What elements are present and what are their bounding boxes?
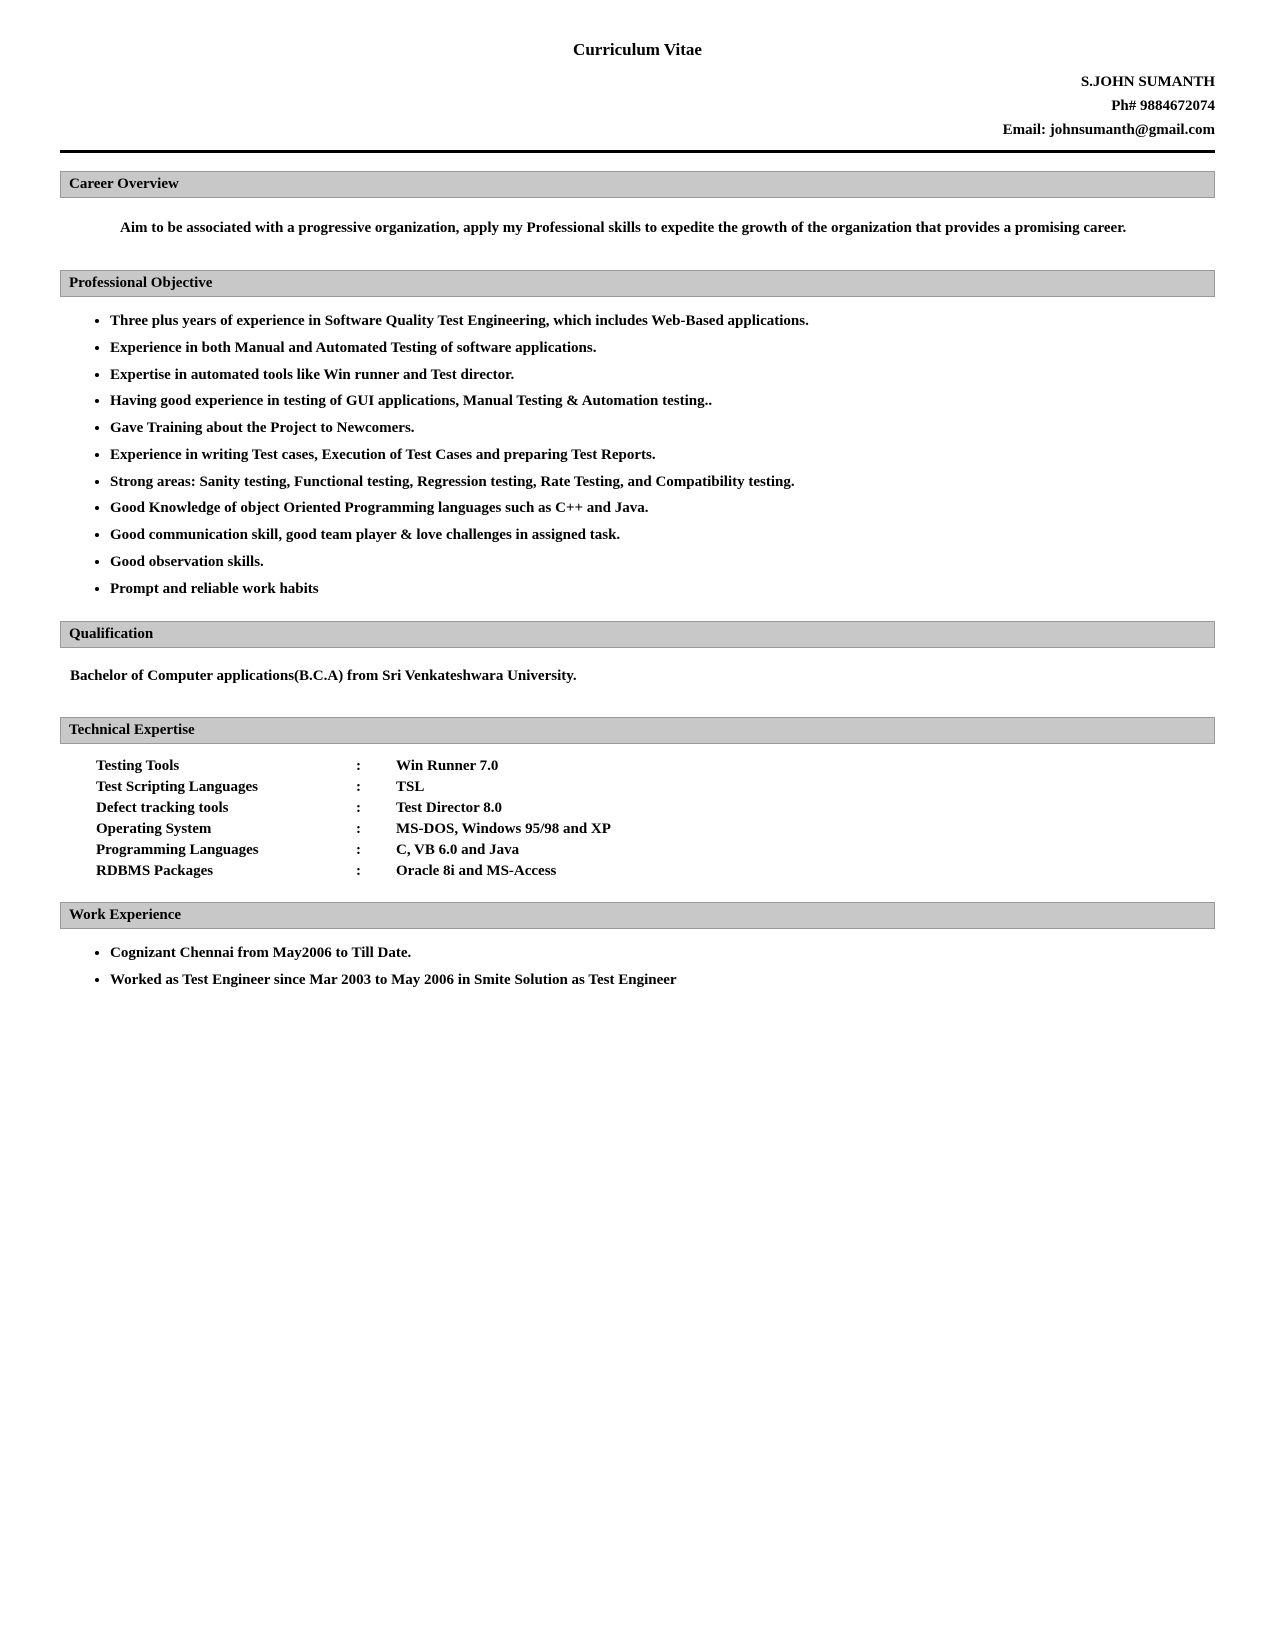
tech-colon: : <box>350 756 390 777</box>
tech-value: Oracle 8i and MS-Access <box>390 861 810 882</box>
qualification-section: Qualification Bachelor of Computer appli… <box>60 621 1215 697</box>
professional-objective-section: Professional Objective Three plus years … <box>60 270 1215 601</box>
professional-objective-list: Three plus years of experience in Softwa… <box>60 309 1215 601</box>
table-row: Programming Languages : C, VB 6.0 and Ja… <box>90 840 810 861</box>
tech-label: Defect tracking tools <box>90 798 350 819</box>
email-label: Email: <box>1003 122 1046 138</box>
list-item: Prompt and reliable work habits <box>110 577 1215 602</box>
work-experience-section: Work Experience Cognizant Chennai from M… <box>60 902 1215 993</box>
work-experience-list: Cognizant Chennai from May2006 to Till D… <box>60 941 1215 993</box>
technical-expertise-heading: Technical Expertise <box>60 717 1215 744</box>
professional-objective-heading: Professional Objective <box>60 270 1215 297</box>
technical-expertise-table: Testing Tools : Win Runner 7.0 Test Scri… <box>90 756 810 882</box>
qualification-text: Bachelor of Computer applications(B.C.A)… <box>60 660 1215 697</box>
list-item: Experience in both Manual and Automated … <box>110 336 1215 361</box>
contact-name: S.JOHN SUMANTH <box>60 70 1215 94</box>
list-item: Expertise in automated tools like Win ru… <box>110 363 1215 388</box>
list-item: Strong areas: Sanity testing, Functional… <box>110 470 1215 495</box>
work-experience-heading: Work Experience <box>60 902 1215 929</box>
career-overview-text: Aim to be associated with a progressive … <box>60 210 1215 250</box>
tech-colon: : <box>350 819 390 840</box>
tech-label: RDBMS Packages <box>90 861 350 882</box>
list-item: Cognizant Chennai from May2006 to Till D… <box>110 941 1215 966</box>
table-row: Operating System : MS-DOS, Windows 95/98… <box>90 819 810 840</box>
tech-colon: : <box>350 861 390 882</box>
list-item: Experience in writing Test cases, Execut… <box>110 443 1215 468</box>
tech-label: Programming Languages <box>90 840 350 861</box>
list-item: Gave Training about the Project to Newco… <box>110 416 1215 441</box>
table-row: Defect tracking tools : Test Director 8.… <box>90 798 810 819</box>
list-item: Three plus years of experience in Softwa… <box>110 309 1215 334</box>
table-row: Test Scripting Languages : TSL <box>90 777 810 798</box>
technical-expertise-section: Technical Expertise Testing Tools : Win … <box>60 717 1215 882</box>
header-contact: S.JOHN SUMANTH Ph# 9884672074 Email: joh… <box>60 70 1215 142</box>
list-item: Good communication skill, good team play… <box>110 523 1215 548</box>
tech-colon: : <box>350 798 390 819</box>
tech-label: Testing Tools <box>90 756 350 777</box>
list-item: Good observation skills. <box>110 550 1215 575</box>
phone-label: Ph# <box>1111 98 1136 114</box>
tech-value: MS-DOS, Windows 95/98 and XP <box>390 819 810 840</box>
tech-colon: : <box>350 777 390 798</box>
list-item: Worked as Test Engineer since Mar 2003 t… <box>110 968 1215 993</box>
tech-label: Test Scripting Languages <box>90 777 350 798</box>
tech-label: Operating System <box>90 819 350 840</box>
career-overview-heading: Career Overview <box>60 171 1215 198</box>
career-overview-section: Career Overview Aim to be associated wit… <box>60 171 1215 250</box>
list-item: Good Knowledge of object Oriented Progra… <box>110 496 1215 521</box>
tech-value: TSL <box>390 777 810 798</box>
tech-value: Test Director 8.0 <box>390 798 810 819</box>
tech-value: Win Runner 7.0 <box>390 756 810 777</box>
phone-number: 9884672074 <box>1140 98 1215 114</box>
tech-value: C, VB 6.0 and Java <box>390 840 810 861</box>
qualification-heading: Qualification <box>60 621 1215 648</box>
contact-phone: Ph# 9884672074 <box>60 94 1215 118</box>
table-row: RDBMS Packages : Oracle 8i and MS-Access <box>90 861 810 882</box>
email-address: johnsumanth@gmail.com <box>1050 122 1215 138</box>
tech-colon: : <box>350 840 390 861</box>
contact-email: Email: johnsumanth@gmail.com <box>60 118 1215 142</box>
table-row: Testing Tools : Win Runner 7.0 <box>90 756 810 777</box>
header-divider <box>60 150 1215 153</box>
cv-title: Curriculum Vitae <box>60 40 1215 60</box>
list-item: Having good experience in testing of GUI… <box>110 389 1215 414</box>
